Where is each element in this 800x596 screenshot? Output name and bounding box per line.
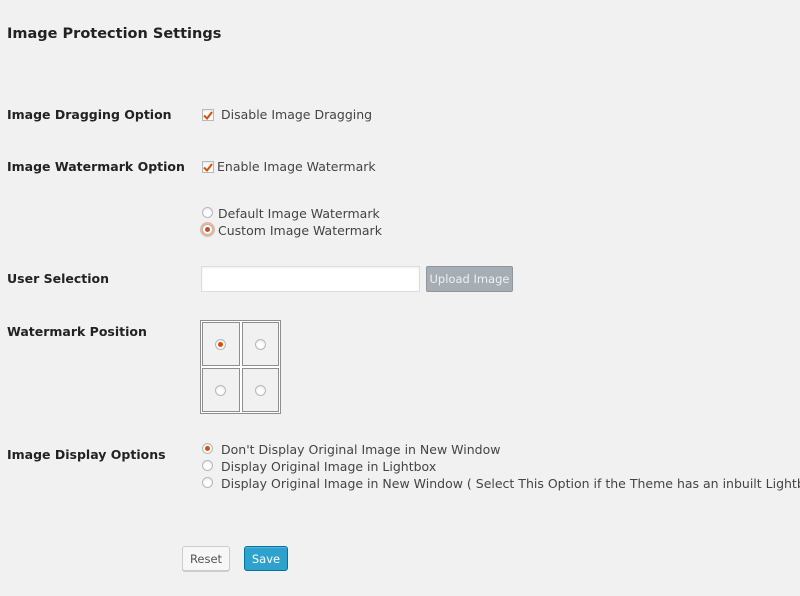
watermark-position-grid [200,320,281,414]
upload-image-button[interactable]: Upload Image [426,266,513,292]
position-top-right-radio[interactable] [254,338,266,350]
dragging-option-label: Image Dragging Option [7,107,172,122]
watermark-image-input[interactable] [201,266,420,292]
enable-watermark-checkbox[interactable] [202,161,214,173]
display-options-label: Image Display Options [7,447,166,462]
display-new-window-label: Display Original Image in New Window ( S… [221,476,800,491]
default-watermark-radio[interactable] [202,207,213,218]
display-lightbox-label: Display Original Image in Lightbox [221,459,437,474]
default-watermark-label: Default Image Watermark [218,206,380,221]
page-title: Image Protection Settings [7,26,222,42]
save-button[interactable]: Save [244,546,288,571]
position-cell-bottom-left [202,368,240,412]
position-cell-top-right [241,322,279,366]
watermark-position-label: Watermark Position [7,324,147,339]
custom-watermark-radio[interactable] [202,224,213,235]
display-lightbox-radio[interactable] [202,460,213,471]
user-selection-label: User Selection [7,271,109,286]
position-top-left-radio[interactable] [215,338,227,350]
watermark-option-label: Image Watermark Option [7,159,185,174]
disable-dragging-checkbox[interactable] [202,109,214,121]
custom-watermark-label: Custom Image Watermark [218,223,382,238]
display-no-new-window-radio[interactable] [202,443,213,454]
display-new-window-radio[interactable] [202,477,213,488]
position-cell-top-left [202,322,240,366]
reset-button[interactable]: Reset [182,546,230,571]
disable-dragging-label: Disable Image Dragging [221,107,373,122]
position-cell-bottom-right [241,368,279,412]
display-no-new-window-label: Don't Display Original Image in New Wind… [221,442,501,457]
position-bottom-right-radio[interactable] [254,384,266,396]
checkmark-icon [203,162,213,172]
position-bottom-left-radio[interactable] [215,384,227,396]
checkmark-icon [203,110,213,120]
enable-watermark-label: Enable Image Watermark [217,159,376,174]
